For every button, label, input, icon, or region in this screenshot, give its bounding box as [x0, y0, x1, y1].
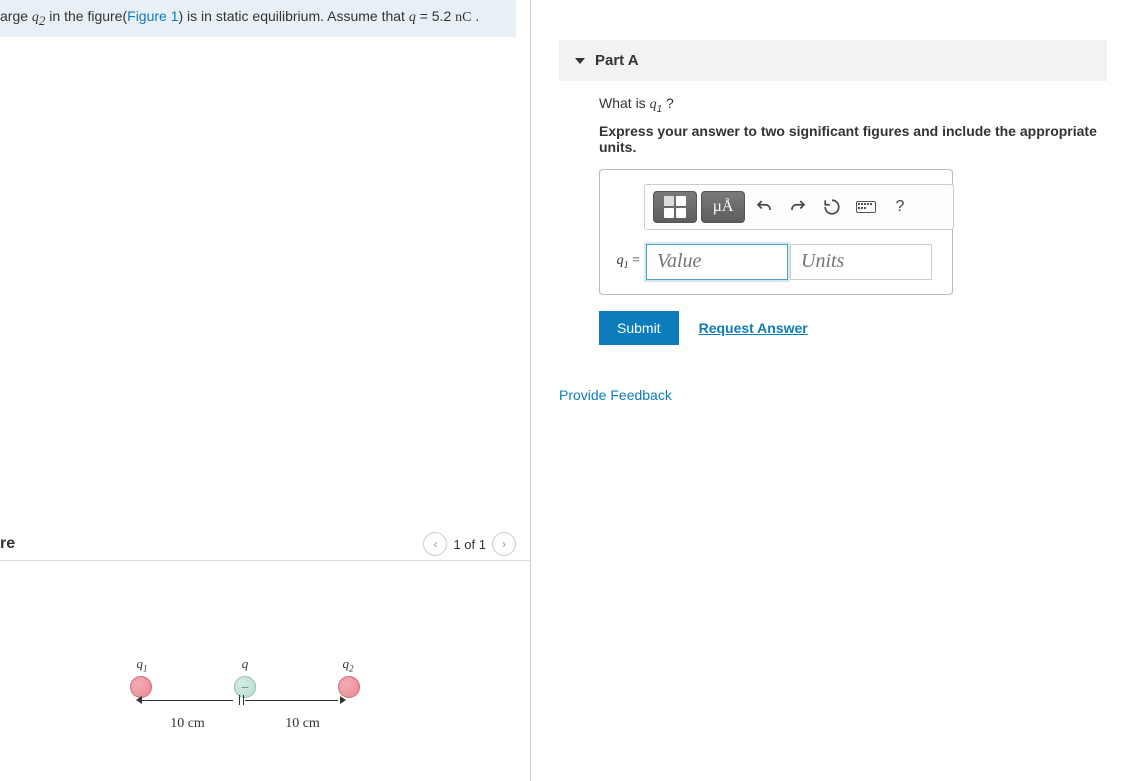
figure-pager: ‹ 1 of 1 ›: [423, 532, 516, 556]
distance-left: 10 cm: [170, 716, 205, 732]
redo-icon: [789, 198, 807, 216]
figure-prev-button[interactable]: ‹: [423, 532, 447, 556]
answer-box: µÅ ?: [599, 169, 953, 295]
figure-diagram: q1 q q2 − 10 cm: [0, 561, 530, 781]
charge-q2: [338, 676, 360, 698]
figure-next-button[interactable]: ›: [492, 532, 516, 556]
value-input[interactable]: [646, 244, 788, 280]
help-button[interactable]: ?: [885, 192, 915, 222]
templates-icon: [664, 196, 686, 218]
reset-icon: [823, 198, 841, 216]
keyboard-icon: [856, 201, 876, 213]
keyboard-button[interactable]: [851, 192, 881, 222]
redo-button[interactable]: [783, 192, 813, 222]
answer-instruction: Express your answer to two significant f…: [599, 123, 1132, 155]
request-answer-link[interactable]: Request Answer: [699, 320, 808, 336]
charge-q: −: [234, 676, 256, 698]
units-input[interactable]: [790, 244, 932, 280]
figure-link[interactable]: Figure 1: [127, 8, 178, 24]
provide-feedback-link[interactable]: Provide Feedback: [559, 387, 1132, 403]
units-button[interactable]: µÅ: [701, 191, 745, 223]
part-title: Part A: [595, 52, 639, 69]
figure-counter: 1 of 1: [453, 537, 486, 552]
part-a-header[interactable]: Part A: [559, 40, 1107, 81]
collapse-icon: [575, 58, 585, 64]
problem-statement: arge q2 in the figure(Figure 1) is in st…: [0, 0, 516, 37]
reset-button[interactable]: [817, 192, 847, 222]
distance-right: 10 cm: [285, 716, 320, 732]
figure-title: re: [0, 535, 15, 553]
submit-button[interactable]: Submit: [599, 311, 679, 345]
answer-toolbar: µÅ ?: [644, 184, 954, 230]
question-text: What is q1 ?: [599, 95, 1132, 115]
templates-button[interactable]: [653, 191, 697, 223]
undo-icon: [755, 198, 773, 216]
answer-lhs: q1 =: [612, 253, 640, 271]
undo-button[interactable]: [749, 192, 779, 222]
charge-q1: [130, 676, 152, 698]
